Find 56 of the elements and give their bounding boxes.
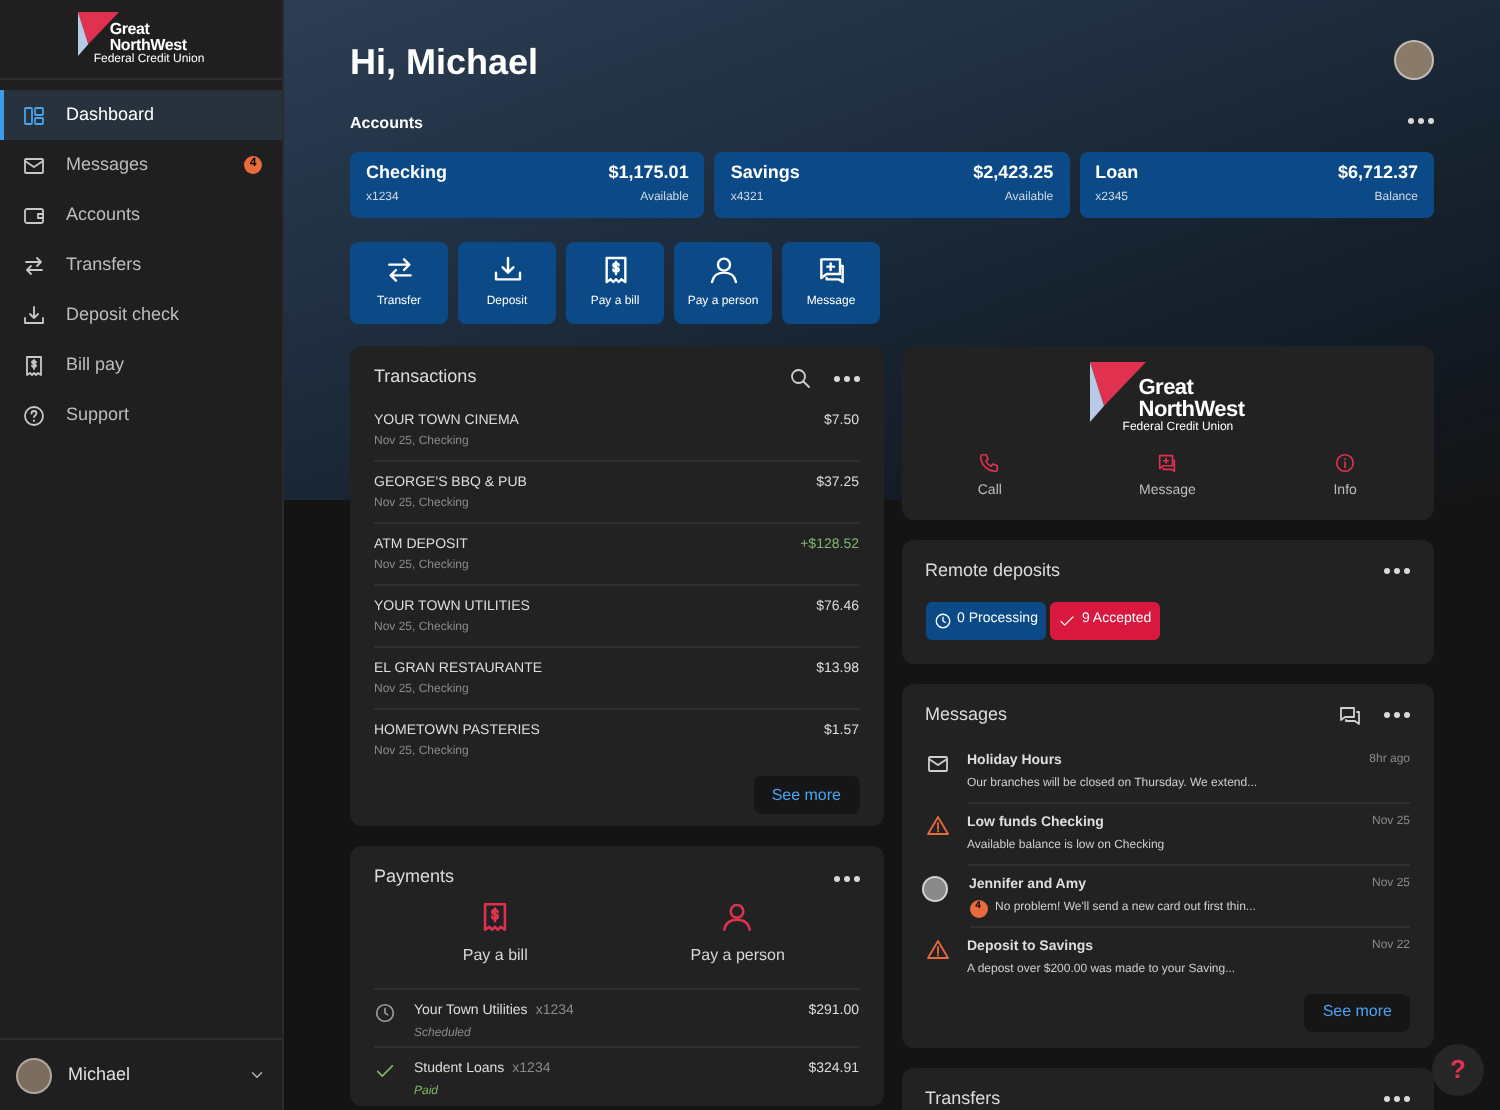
avatar[interactable] <box>16 1057 52 1093</box>
search-icon[interactable] <box>787 366 811 390</box>
nav-item[interactable]: Dashboard <box>0 90 282 140</box>
section-label: Accounts <box>350 114 423 132</box>
envelope-icon <box>22 153 46 177</box>
chat-icon[interactable] <box>1338 703 1362 727</box>
receipt-icon <box>599 254 631 286</box>
chat-plus-icon <box>1156 452 1179 474</box>
account-name: Checking <box>366 162 448 184</box>
card-title: Transfers <box>925 1085 1001 1110</box>
download-tray-icon <box>22 303 46 327</box>
info-icon <box>1334 452 1357 474</box>
see-more-button[interactable]: See more <box>1304 993 1410 1031</box>
logo-text: Great <box>1138 378 1196 400</box>
person-icon <box>720 900 755 934</box>
account-amount: $2,423.25 <box>973 162 1054 184</box>
account-name: Savings <box>730 162 800 184</box>
phone-icon <box>978 452 1001 474</box>
check-icon <box>374 1060 396 1082</box>
user-name[interactable]: Michael <box>68 1061 232 1089</box>
transfer-icon <box>22 253 46 277</box>
chat-plus-icon <box>815 254 847 286</box>
logo-text: NorthWest <box>109 37 187 53</box>
clock-icon <box>933 611 951 629</box>
envelope-icon <box>925 751 949 775</box>
payment-action[interactable]: Pay a bill <box>374 900 617 968</box>
dashboard-icon <box>22 103 46 127</box>
transfer-icon <box>383 254 415 286</box>
payment-action[interactable]: Pay a person <box>616 900 859 968</box>
person-icon <box>707 254 739 286</box>
card-title: Messages <box>925 701 1008 728</box>
logo-text: Great <box>109 21 152 37</box>
wallet-icon <box>22 203 46 227</box>
check-icon <box>1057 611 1076 629</box>
see-more-button[interactable]: See more <box>753 776 859 814</box>
chevron-down-icon[interactable] <box>248 1066 266 1084</box>
clock-icon <box>374 1002 396 1024</box>
nav-item[interactable]: Deposit check <box>0 290 282 340</box>
nav-item[interactable]: Bill pay <box>0 340 282 390</box>
card-title: Remote deposits <box>925 557 1061 584</box>
avatar <box>921 875 947 901</box>
account-amount: $6,712.37 <box>1337 162 1418 184</box>
help-icon <box>22 403 46 427</box>
account-amount: $1,175.01 <box>608 162 689 184</box>
card-title: Transactions <box>374 364 477 391</box>
download-tray-icon <box>491 254 523 286</box>
greeting: Hi, Michael <box>350 40 539 84</box>
receipt-icon <box>22 353 46 377</box>
warning-icon <box>925 813 949 837</box>
nav-item[interactable]: Transfers <box>0 240 282 290</box>
nav-item[interactable]: Support <box>0 390 282 440</box>
logo-text: NorthWest <box>1138 400 1245 422</box>
warning-icon <box>925 937 949 961</box>
account-name: Loan <box>1095 162 1139 184</box>
nav-item[interactable]: Accounts <box>0 190 282 240</box>
card-title: Payments <box>374 864 455 891</box>
